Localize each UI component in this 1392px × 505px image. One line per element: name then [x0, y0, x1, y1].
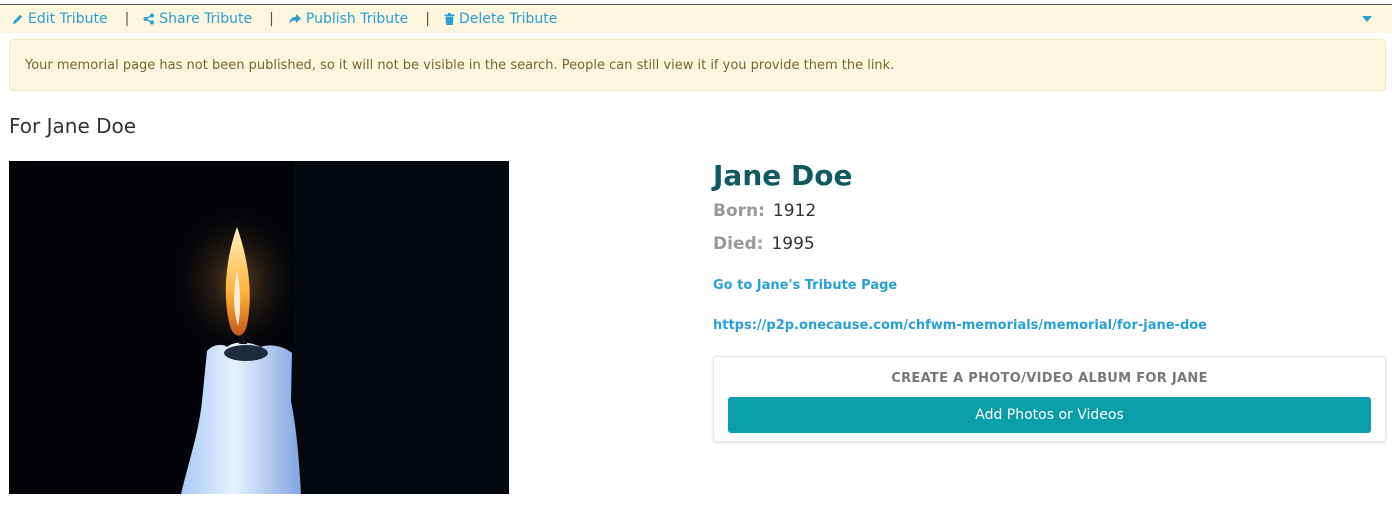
memorial-url-link[interactable]: https://p2p.onecause.com/chfwm-memorials…	[713, 318, 1207, 333]
page-title: For Jane Doe	[9, 114, 137, 138]
share-tribute-link[interactable]: Share Tribute	[143, 11, 252, 27]
alert-message: Your memorial page has not been publishe…	[25, 57, 895, 73]
memorial-name: Jane Doe	[713, 159, 853, 192]
add-photos-button[interactable]: Add Photos or Videos	[728, 397, 1371, 433]
caret-down-icon[interactable]	[1362, 16, 1372, 22]
edit-tribute-label: Edit Tribute	[28, 11, 108, 27]
died-value: 1995	[771, 234, 815, 254]
unpublished-alert: Your memorial page has not been publishe…	[9, 39, 1386, 91]
delete-tribute-link[interactable]: Delete Tribute	[444, 11, 557, 27]
toolbar-separator: |	[269, 11, 274, 27]
toolbar-separator: |	[124, 11, 130, 27]
publish-arrow-icon	[288, 14, 301, 24]
publish-tribute-label: Publish Tribute	[305, 11, 409, 27]
edit-tribute-link[interactable]: Edit Tribute	[12, 11, 108, 27]
publish-tribute-link[interactable]: Publish Tribute	[288, 11, 408, 27]
born-row: Born: 1912	[713, 201, 816, 221]
died-row: Died: 1995	[713, 234, 815, 254]
memorial-photo	[9, 161, 509, 494]
died-label: Died:	[713, 234, 764, 254]
candle-image	[9, 161, 509, 494]
album-title: CREATE A PHOTO/VIDEO ALBUM FOR JANE	[891, 371, 1208, 386]
trash-icon	[444, 13, 455, 25]
toolbar-separator: |	[425, 11, 430, 27]
delete-tribute-label: Delete Tribute	[458, 11, 558, 27]
share-tribute-label: Share Tribute	[159, 11, 253, 27]
pencil-icon	[13, 14, 23, 24]
share-icon	[143, 13, 155, 25]
tribute-toolbar: Edit Tribute | Share Tribute | Publish T…	[0, 5, 1392, 33]
album-card: CREATE A PHOTO/VIDEO ALBUM FOR JANE Add …	[713, 356, 1386, 442]
born-label: Born:	[713, 201, 765, 221]
born-value: 1912	[772, 201, 817, 221]
tribute-page-link[interactable]: Go to Jane's Tribute Page	[713, 278, 897, 293]
